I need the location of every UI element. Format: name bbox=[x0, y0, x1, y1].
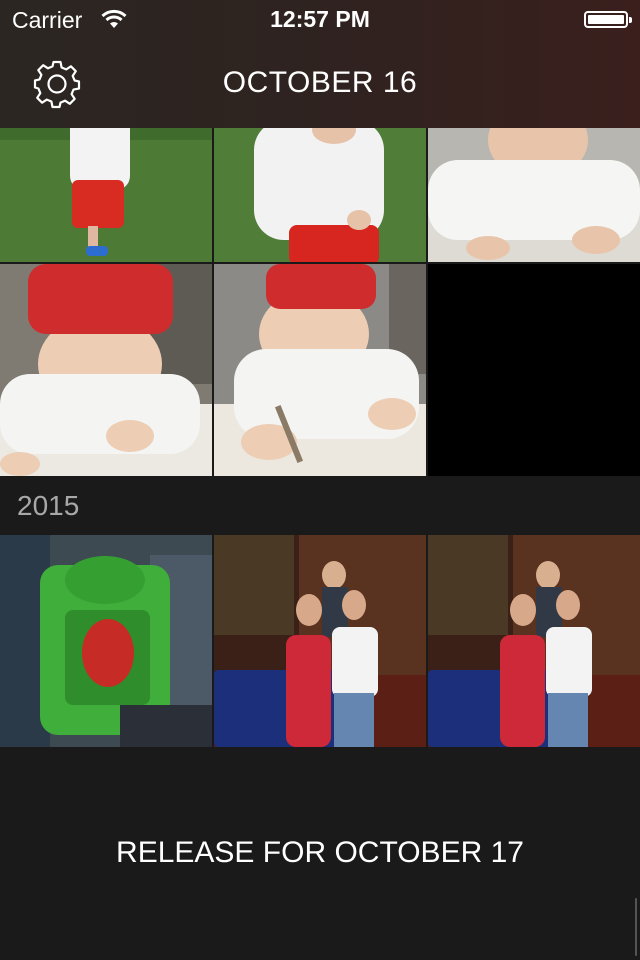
page-title: OCTOBER 16 bbox=[222, 66, 418, 99]
photo-thumbnail[interactable] bbox=[214, 535, 426, 747]
section-header: 2015 bbox=[0, 476, 640, 534]
status-bar: Carrier 12:57 PM bbox=[0, 0, 640, 40]
navigation-header: Carrier 12:57 PM OCTOBER 16 bbox=[0, 0, 640, 128]
photo-thumbnail[interactable] bbox=[214, 264, 426, 476]
section-year-label: 2015 bbox=[17, 490, 80, 521]
release-date-text: RELEASE FOR OCTOBER 17 bbox=[116, 836, 524, 869]
battery-icon bbox=[584, 11, 632, 28]
photo-thumbnail[interactable] bbox=[0, 535, 212, 747]
empty-cell bbox=[428, 264, 640, 476]
status-time: 12:57 PM bbox=[270, 6, 370, 32]
photo-thumbnail[interactable] bbox=[0, 264, 212, 476]
photo-row bbox=[0, 264, 640, 476]
photo-row bbox=[0, 535, 640, 747]
photo-thumbnail[interactable] bbox=[428, 535, 640, 747]
scroll-indicator bbox=[635, 898, 637, 956]
